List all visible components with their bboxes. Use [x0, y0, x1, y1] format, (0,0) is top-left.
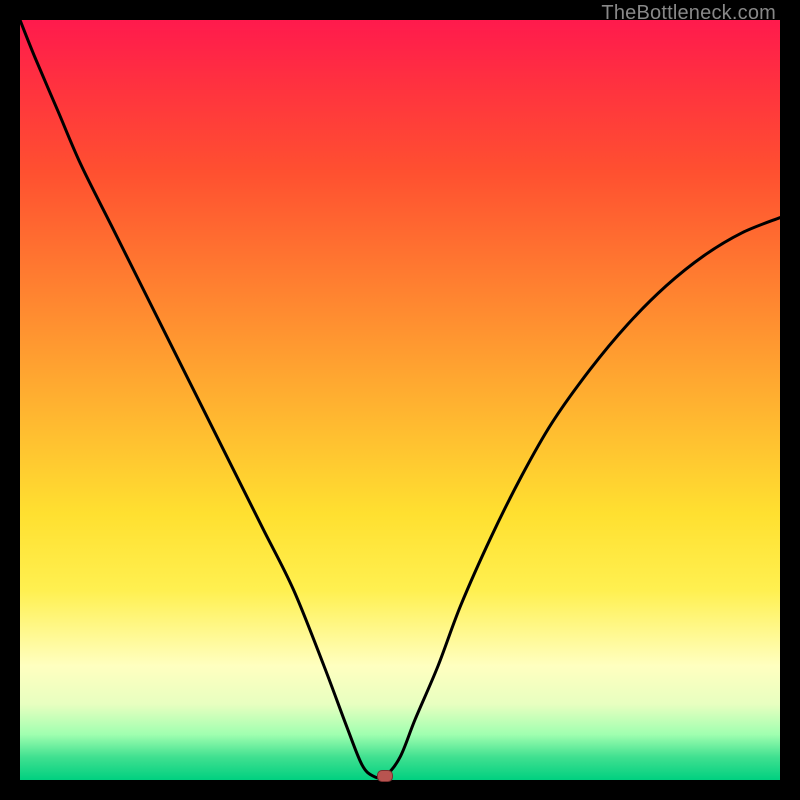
bottleneck-curve [20, 20, 780, 780]
chart-container: TheBottleneck.com [0, 0, 800, 800]
minimum-marker [377, 770, 393, 782]
